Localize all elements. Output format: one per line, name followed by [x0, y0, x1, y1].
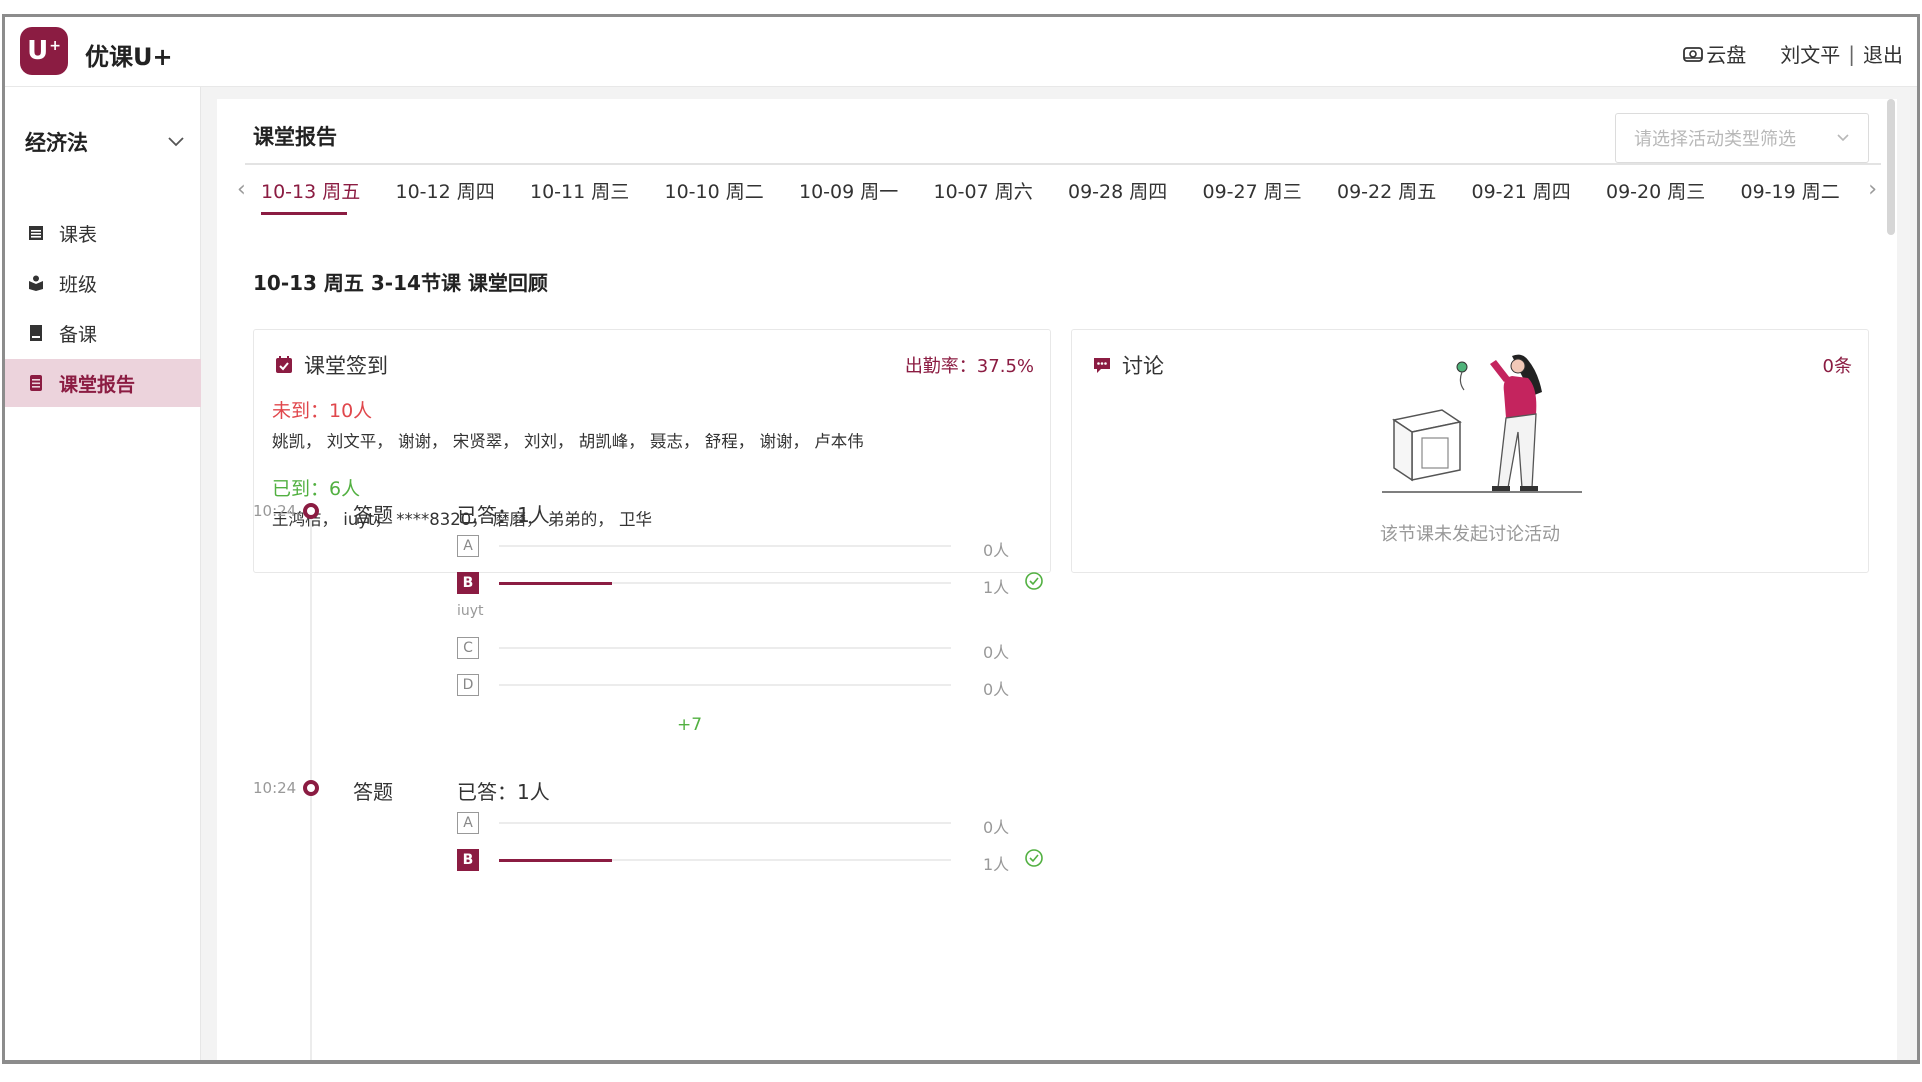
option-bar-fill	[499, 582, 612, 585]
class-icon	[29, 275, 43, 291]
timeline-dot	[303, 780, 319, 796]
chat-bubble-icon	[1094, 358, 1110, 373]
date-tab[interactable]: 10-13 周五	[261, 165, 396, 215]
report-icon	[30, 375, 42, 391]
page-title: 课堂报告	[253, 125, 337, 149]
filter-placeholder: 请选择活动类型筛选	[1634, 129, 1796, 150]
correct-check-icon	[1025, 572, 1043, 590]
chevron-down-icon	[168, 137, 184, 147]
app-logo[interactable]: U +	[20, 27, 68, 75]
main-panel: 课堂报告 请选择活动类型筛选 ‹ 10-13 周五 10-12 周四 10-11 周…	[217, 99, 1897, 1060]
discussion-count: 0条	[1822, 356, 1852, 377]
date-tab[interactable]: 09-19 周二	[1741, 165, 1876, 215]
option-bar-track	[499, 684, 951, 686]
answer-option: A 0人	[457, 535, 1257, 561]
absent-names: 姚凯， 刘文平， 谢谢， 宋贤翠， 刘刘， 胡凯峰， 聂志， 舒程， 谢谢， 卢…	[272, 432, 864, 451]
prev-date-arrow[interactable]: ‹	[237, 177, 246, 202]
option-letter: C	[457, 637, 479, 659]
option-bar-track	[499, 647, 951, 649]
date-tab[interactable]: 09-28 周四	[1068, 165, 1203, 215]
user-name[interactable]: 刘文平	[1780, 39, 1840, 68]
option-letter: A	[457, 812, 479, 834]
option-count: 1人	[983, 578, 1010, 597]
empty-discussion-illustration	[1382, 354, 1582, 493]
cloud-drive-link[interactable]: 云盘	[1682, 39, 1746, 68]
timetable-icon	[29, 226, 43, 240]
date-tab[interactable]: 09-27 周三	[1203, 165, 1338, 215]
option-bar-track	[499, 582, 951, 585]
top-header: U + 优课U+ 云盘 刘文平 | 退出	[5, 17, 1917, 87]
chevron-down-icon	[1837, 134, 1849, 142]
answered-count: 已答：1人	[457, 503, 550, 527]
absent-count: 未到：10人	[272, 400, 373, 422]
more-options-link[interactable]: +7	[677, 715, 702, 735]
question-time: 10:24	[253, 502, 297, 520]
date-tab[interactable]: 10-07 周六	[934, 165, 1069, 215]
answer-option: A 0人	[457, 812, 1257, 838]
app-window: U + 优课U+ 云盘 刘文平 | 退出 经济法 课表 班级 备课 课堂报告 课…	[2, 14, 1920, 1064]
option-count: 0人	[983, 680, 1010, 699]
option-bar-track	[499, 545, 951, 547]
date-tab[interactable]: 09-21 周四	[1472, 165, 1607, 215]
option-count: 0人	[983, 643, 1010, 662]
option-count: 0人	[983, 818, 1010, 837]
cloud-drive-icon	[1683, 46, 1704, 62]
date-tab[interactable]: 10-12 周四	[396, 165, 531, 215]
header-actions: 云盘 刘文平 | 退出	[1682, 39, 1903, 68]
date-tab-list: 10-13 周五 10-12 周四 10-11 周三 10-10 周二 10-09 周一…	[261, 165, 1875, 215]
sidebar-item-prepare[interactable]: 备课	[5, 309, 201, 357]
sidebar: 经济法 课表 班级 备课 课堂报告	[5, 87, 201, 1060]
option-count: 1人	[983, 855, 1010, 874]
activity-type-filter[interactable]: 请选择活动类型筛选	[1615, 113, 1869, 163]
present-count: 已到：6人	[272, 478, 361, 500]
option-count: 0人	[983, 541, 1010, 560]
correct-check-icon	[1025, 849, 1043, 867]
option-bar-fill	[499, 859, 612, 862]
logout-link[interactable]: 退出	[1863, 39, 1903, 68]
answer-option: C 0人	[457, 637, 1257, 663]
option-letter: D	[457, 674, 479, 696]
lesson-review-title: 10-13 周五 3-14节课 课堂回顾	[253, 271, 548, 295]
timeline-dot	[303, 503, 319, 519]
date-tab[interactable]: 09-22 周五	[1337, 165, 1472, 215]
discussion-header: 讨论	[1092, 350, 1164, 380]
next-date-arrow[interactable]: ›	[1868, 177, 1877, 202]
sidebar-item-report[interactable]: 课堂报告	[5, 359, 201, 407]
scrollbar[interactable]	[1885, 99, 1897, 1060]
option-respondents: iuyt	[457, 603, 484, 619]
question-time: 10:24	[253, 779, 297, 797]
question-type: 答题	[353, 780, 393, 804]
course-name: 经济法	[25, 131, 88, 155]
calendar-check-icon	[276, 356, 292, 373]
answer-option: D 0人	[457, 674, 1257, 700]
question-type: 答题	[353, 503, 393, 527]
option-letter: B	[457, 572, 479, 594]
scrollbar-thumb[interactable]	[1887, 99, 1895, 235]
option-bar-track	[499, 859, 951, 862]
date-tabs: ‹ 10-13 周五 10-12 周四 10-11 周三 10-10 周二 10-09 …	[237, 163, 1881, 215]
date-tab[interactable]: 10-10 周二	[665, 165, 800, 215]
answer-option: B 1人	[457, 572, 1257, 598]
sidebar-item-timetable[interactable]: 课表	[5, 209, 201, 257]
answer-option: B 1人	[457, 849, 1257, 875]
course-selector[interactable]: 经济法	[25, 127, 185, 157]
app-name: 优课U+	[85, 43, 173, 71]
date-tab[interactable]: 09-20 周三	[1606, 165, 1741, 215]
book-icon	[30, 325, 42, 341]
date-tab[interactable]: 10-09 周一	[799, 165, 934, 215]
sidebar-item-class[interactable]: 班级	[5, 259, 201, 307]
header-separator: |	[1848, 41, 1855, 66]
option-letter: A	[457, 535, 479, 557]
option-letter: B	[457, 849, 479, 871]
signin-header: 课堂签到	[274, 350, 388, 380]
attendance-rate: 出勤率：37.5%	[904, 356, 1034, 377]
answered-count: 已答：1人	[457, 780, 550, 804]
option-bar-track	[499, 822, 951, 824]
date-tab[interactable]: 10-11 周三	[530, 165, 665, 215]
